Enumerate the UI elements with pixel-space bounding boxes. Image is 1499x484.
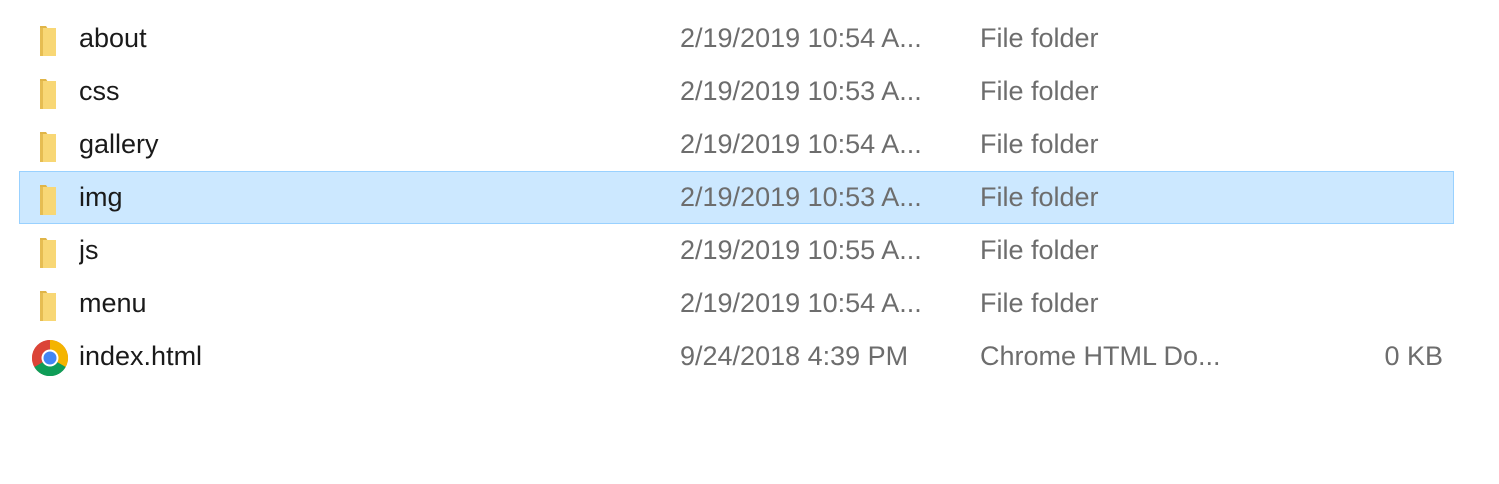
file-list: about 2/19/2019 10:54 A... File folder c… bbox=[19, 12, 1454, 383]
file-row-js[interactable]: js 2/19/2019 10:55 A... File folder bbox=[19, 224, 1454, 277]
date-modified: 9/24/2018 4:39 PM bbox=[680, 341, 909, 371]
date-modified: 2/19/2019 10:54 A... bbox=[680, 23, 922, 53]
file-row-index-html[interactable]: index.html 9/24/2018 4:39 PM Chrome HTML… bbox=[19, 330, 1454, 383]
file-type: File folder bbox=[980, 23, 1099, 53]
chrome-icon bbox=[30, 338, 70, 378]
date-modified: 2/19/2019 10:55 A... bbox=[680, 235, 922, 265]
folder-icon bbox=[30, 232, 70, 272]
file-type: File folder bbox=[980, 129, 1099, 159]
file-row-menu[interactable]: menu 2/19/2019 10:54 A... File folder bbox=[19, 277, 1454, 330]
file-row-gallery[interactable]: gallery 2/19/2019 10:54 A... File folder bbox=[19, 118, 1454, 171]
date-modified: 2/19/2019 10:53 A... bbox=[680, 182, 922, 212]
file-row-img[interactable]: img 2/19/2019 10:53 A... File folder bbox=[19, 171, 1454, 224]
file-type: File folder bbox=[980, 182, 1099, 212]
file-type: File folder bbox=[980, 235, 1099, 265]
file-name: menu bbox=[79, 288, 147, 318]
folder-icon bbox=[30, 20, 70, 60]
folder-icon bbox=[30, 73, 70, 113]
date-modified: 2/19/2019 10:53 A... bbox=[680, 76, 922, 106]
date-modified: 2/19/2019 10:54 A... bbox=[680, 288, 922, 318]
file-name: img bbox=[79, 182, 123, 212]
file-type: Chrome HTML Do... bbox=[980, 341, 1221, 371]
file-name: index.html bbox=[79, 341, 203, 371]
file-size: 0 KB bbox=[1384, 341, 1443, 371]
file-type: File folder bbox=[980, 76, 1099, 106]
date-modified: 2/19/2019 10:54 A... bbox=[680, 129, 922, 159]
folder-icon bbox=[30, 126, 70, 166]
file-name: gallery bbox=[79, 129, 159, 159]
folder-icon bbox=[30, 179, 70, 219]
file-name: js bbox=[79, 235, 99, 265]
file-type: File folder bbox=[980, 288, 1099, 318]
file-row-css[interactable]: css 2/19/2019 10:53 A... File folder bbox=[19, 65, 1454, 118]
file-name: about bbox=[79, 23, 147, 53]
file-name: css bbox=[79, 76, 120, 106]
file-row-about[interactable]: about 2/19/2019 10:54 A... File folder bbox=[19, 12, 1454, 65]
folder-icon bbox=[30, 285, 70, 325]
